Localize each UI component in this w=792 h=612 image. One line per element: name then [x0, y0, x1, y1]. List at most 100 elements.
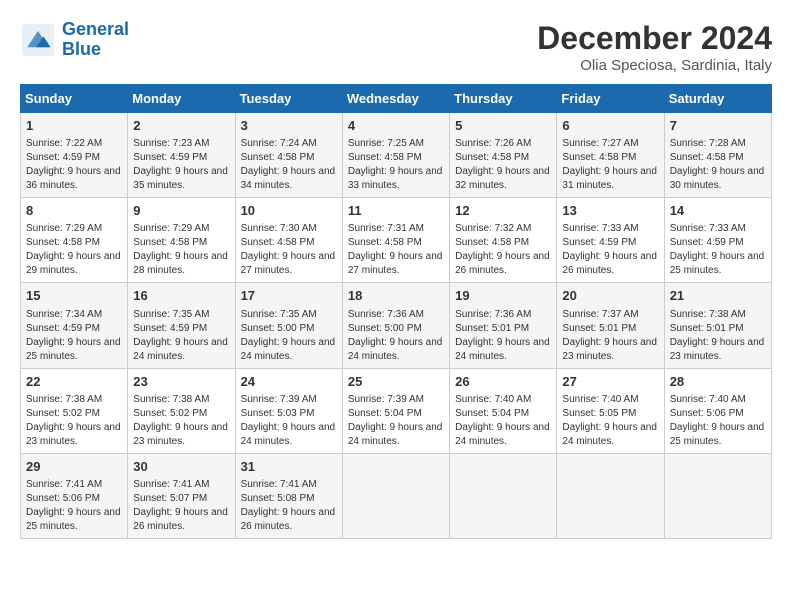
- day-number: 11: [348, 202, 444, 220]
- calendar-cell: 27 Sunrise: 7:40 AM Sunset: 5:05 PM Dayli…: [557, 368, 664, 453]
- calendar-cell: 29 Sunrise: 7:41 AM Sunset: 5:06 PM Dayli…: [21, 453, 128, 538]
- day-info: Sunrise: 7:23 AM Sunset: 4:59 PM Dayligh…: [133, 137, 229, 193]
- day-info: Sunrise: 7:41 AM Sunset: 5:07 PM Dayligh…: [133, 478, 229, 534]
- day-number: 29: [26, 458, 122, 476]
- day-number: 13: [562, 202, 658, 220]
- logo: General Blue: [20, 20, 129, 60]
- week-row-5: 29 Sunrise: 7:41 AM Sunset: 5:06 PM Dayli…: [21, 453, 772, 538]
- col-sunday: Sunday: [21, 85, 128, 113]
- day-info: Sunrise: 7:28 AM Sunset: 4:58 PM Dayligh…: [670, 137, 766, 193]
- calendar-cell: 26 Sunrise: 7:40 AM Sunset: 5:04 PM Dayli…: [450, 368, 557, 453]
- day-number: 25: [348, 373, 444, 391]
- day-number: 22: [26, 373, 122, 391]
- day-info: Sunrise: 7:29 AM Sunset: 4:58 PM Dayligh…: [133, 222, 229, 278]
- day-number: 17: [241, 287, 337, 305]
- day-info: Sunrise: 7:37 AM Sunset: 5:01 PM Dayligh…: [562, 308, 658, 364]
- calendar-cell: 21 Sunrise: 7:38 AM Sunset: 5:01 PM Dayli…: [664, 283, 771, 368]
- day-info: Sunrise: 7:36 AM Sunset: 5:00 PM Dayligh…: [348, 308, 444, 364]
- day-info: Sunrise: 7:26 AM Sunset: 4:58 PM Dayligh…: [455, 137, 551, 193]
- calendar-title: December 2024: [537, 20, 772, 57]
- calendar-cell: 30 Sunrise: 7:41 AM Sunset: 5:07 PM Dayli…: [128, 453, 235, 538]
- week-row-3: 15 Sunrise: 7:34 AM Sunset: 4:59 PM Dayli…: [21, 283, 772, 368]
- title-area: December 2024 Olia Speciosa, Sardinia, I…: [537, 20, 772, 74]
- calendar-cell: 15 Sunrise: 7:34 AM Sunset: 4:59 PM Dayli…: [21, 283, 128, 368]
- day-number: 9: [133, 202, 229, 220]
- day-info: Sunrise: 7:38 AM Sunset: 5:02 PM Dayligh…: [133, 393, 229, 449]
- day-info: Sunrise: 7:25 AM Sunset: 4:58 PM Dayligh…: [348, 137, 444, 193]
- day-number: 27: [562, 373, 658, 391]
- day-number: 15: [26, 287, 122, 305]
- day-number: 21: [670, 287, 766, 305]
- day-info: Sunrise: 7:33 AM Sunset: 4:59 PM Dayligh…: [670, 222, 766, 278]
- day-info: Sunrise: 7:40 AM Sunset: 5:04 PM Dayligh…: [455, 393, 551, 449]
- calendar-cell: 5Sunrise: 7:26 AM Sunset: 4:58 PM Daylig…: [450, 113, 557, 198]
- day-info: Sunrise: 7:39 AM Sunset: 5:04 PM Dayligh…: [348, 393, 444, 449]
- calendar-cell: 8 Sunrise: 7:29 AM Sunset: 4:58 PM Daylig…: [21, 198, 128, 283]
- calendar-cell: 1 Sunrise: 7:22 AM Sunset: 4:59 PM Daylig…: [21, 113, 128, 198]
- calendar-cell: 13 Sunrise: 7:33 AM Sunset: 4:59 PM Dayli…: [557, 198, 664, 283]
- calendar-cell: 28 Sunrise: 7:40 AM Sunset: 5:06 PM Dayli…: [664, 368, 771, 453]
- day-info: Sunrise: 7:38 AM Sunset: 5:02 PM Dayligh…: [26, 393, 122, 449]
- day-info: Sunrise: 7:33 AM Sunset: 4:59 PM Dayligh…: [562, 222, 658, 278]
- day-number: 10: [241, 202, 337, 220]
- day-number: 6: [562, 117, 658, 135]
- day-number: 26: [455, 373, 551, 391]
- day-info: Sunrise: 7:24 AM Sunset: 4:58 PM Dayligh…: [241, 137, 337, 193]
- calendar-subtitle: Olia Speciosa, Sardinia, Italy: [537, 57, 772, 74]
- day-info: Sunrise: 7:41 AM Sunset: 5:08 PM Dayligh…: [241, 478, 337, 534]
- calendar-cell: 3 Sunrise: 7:24 AM Sunset: 4:58 PM Daylig…: [235, 113, 342, 198]
- calendar-cell: [450, 453, 557, 538]
- header-row: Sunday Monday Tuesday Wednesday Thursday…: [21, 85, 772, 113]
- calendar-cell: 25 Sunrise: 7:39 AM Sunset: 5:04 PM Dayli…: [342, 368, 449, 453]
- day-info: Sunrise: 7:41 AM Sunset: 5:06 PM Dayligh…: [26, 478, 122, 534]
- day-info: Sunrise: 7:34 AM Sunset: 4:59 PM Dayligh…: [26, 308, 122, 364]
- calendar-cell: [342, 453, 449, 538]
- day-number: 28: [670, 373, 766, 391]
- calendar-table: Sunday Monday Tuesday Wednesday Thursday…: [20, 84, 772, 539]
- day-number: 20: [562, 287, 658, 305]
- day-info: Sunrise: 7:35 AM Sunset: 4:59 PM Dayligh…: [133, 308, 229, 364]
- day-info: Sunrise: 7:32 AM Sunset: 4:58 PM Dayligh…: [455, 222, 551, 278]
- col-saturday: Saturday: [664, 85, 771, 113]
- calendar-cell: 18 Sunrise: 7:36 AM Sunset: 5:00 PM Dayli…: [342, 283, 449, 368]
- day-number: 3: [241, 117, 337, 135]
- calendar-cell: [557, 453, 664, 538]
- calendar-cell: 6Sunrise: 7:27 AM Sunset: 4:58 PM Daylig…: [557, 113, 664, 198]
- day-info: Sunrise: 7:39 AM Sunset: 5:03 PM Dayligh…: [241, 393, 337, 449]
- logo-icon: [20, 22, 56, 58]
- calendar-cell: 22 Sunrise: 7:38 AM Sunset: 5:02 PM Dayli…: [21, 368, 128, 453]
- day-info: Sunrise: 7:40 AM Sunset: 5:06 PM Dayligh…: [670, 393, 766, 449]
- day-number: 30: [133, 458, 229, 476]
- col-monday: Monday: [128, 85, 235, 113]
- day-number: 31: [241, 458, 337, 476]
- col-friday: Friday: [557, 85, 664, 113]
- calendar-cell: [664, 453, 771, 538]
- calendar-cell: 14 Sunrise: 7:33 AM Sunset: 4:59 PM Dayli…: [664, 198, 771, 283]
- calendar-cell: 9 Sunrise: 7:29 AM Sunset: 4:58 PM Daylig…: [128, 198, 235, 283]
- day-info: Sunrise: 7:35 AM Sunset: 5:00 PM Dayligh…: [241, 308, 337, 364]
- week-row-4: 22 Sunrise: 7:38 AM Sunset: 5:02 PM Dayli…: [21, 368, 772, 453]
- calendar-cell: 31 Sunrise: 7:41 AM Sunset: 5:08 PM Dayli…: [235, 453, 342, 538]
- day-number: 8: [26, 202, 122, 220]
- day-number: 1: [26, 117, 122, 135]
- day-number: 18: [348, 287, 444, 305]
- day-info: Sunrise: 7:36 AM Sunset: 5:01 PM Dayligh…: [455, 308, 551, 364]
- day-info: Sunrise: 7:29 AM Sunset: 4:58 PM Dayligh…: [26, 222, 122, 278]
- day-number: 4: [348, 117, 444, 135]
- calendar-cell: 2Sunrise: 7:23 AM Sunset: 4:59 PM Daylig…: [128, 113, 235, 198]
- calendar-cell: 16Sunrise: 7:35 AM Sunset: 4:59 PM Dayli…: [128, 283, 235, 368]
- day-info: Sunrise: 7:22 AM Sunset: 4:59 PM Dayligh…: [26, 137, 122, 193]
- day-info: Sunrise: 7:38 AM Sunset: 5:01 PM Dayligh…: [670, 308, 766, 364]
- calendar-cell: 24 Sunrise: 7:39 AM Sunset: 5:03 PM Dayli…: [235, 368, 342, 453]
- day-number: 19: [455, 287, 551, 305]
- col-thursday: Thursday: [450, 85, 557, 113]
- day-number: 23: [133, 373, 229, 391]
- day-info: Sunrise: 7:40 AM Sunset: 5:05 PM Dayligh…: [562, 393, 658, 449]
- day-number: 14: [670, 202, 766, 220]
- day-number: 12: [455, 202, 551, 220]
- calendar-cell: 12 Sunrise: 7:32 AM Sunset: 4:58 PM Dayli…: [450, 198, 557, 283]
- day-number: 24: [241, 373, 337, 391]
- calendar-cell: 11Sunrise: 7:31 AM Sunset: 4:58 PM Dayli…: [342, 198, 449, 283]
- calendar-cell: 7Sunrise: 7:28 AM Sunset: 4:58 PM Daylig…: [664, 113, 771, 198]
- calendar-cell: 4 Sunrise: 7:25 AM Sunset: 4:58 PM Daylig…: [342, 113, 449, 198]
